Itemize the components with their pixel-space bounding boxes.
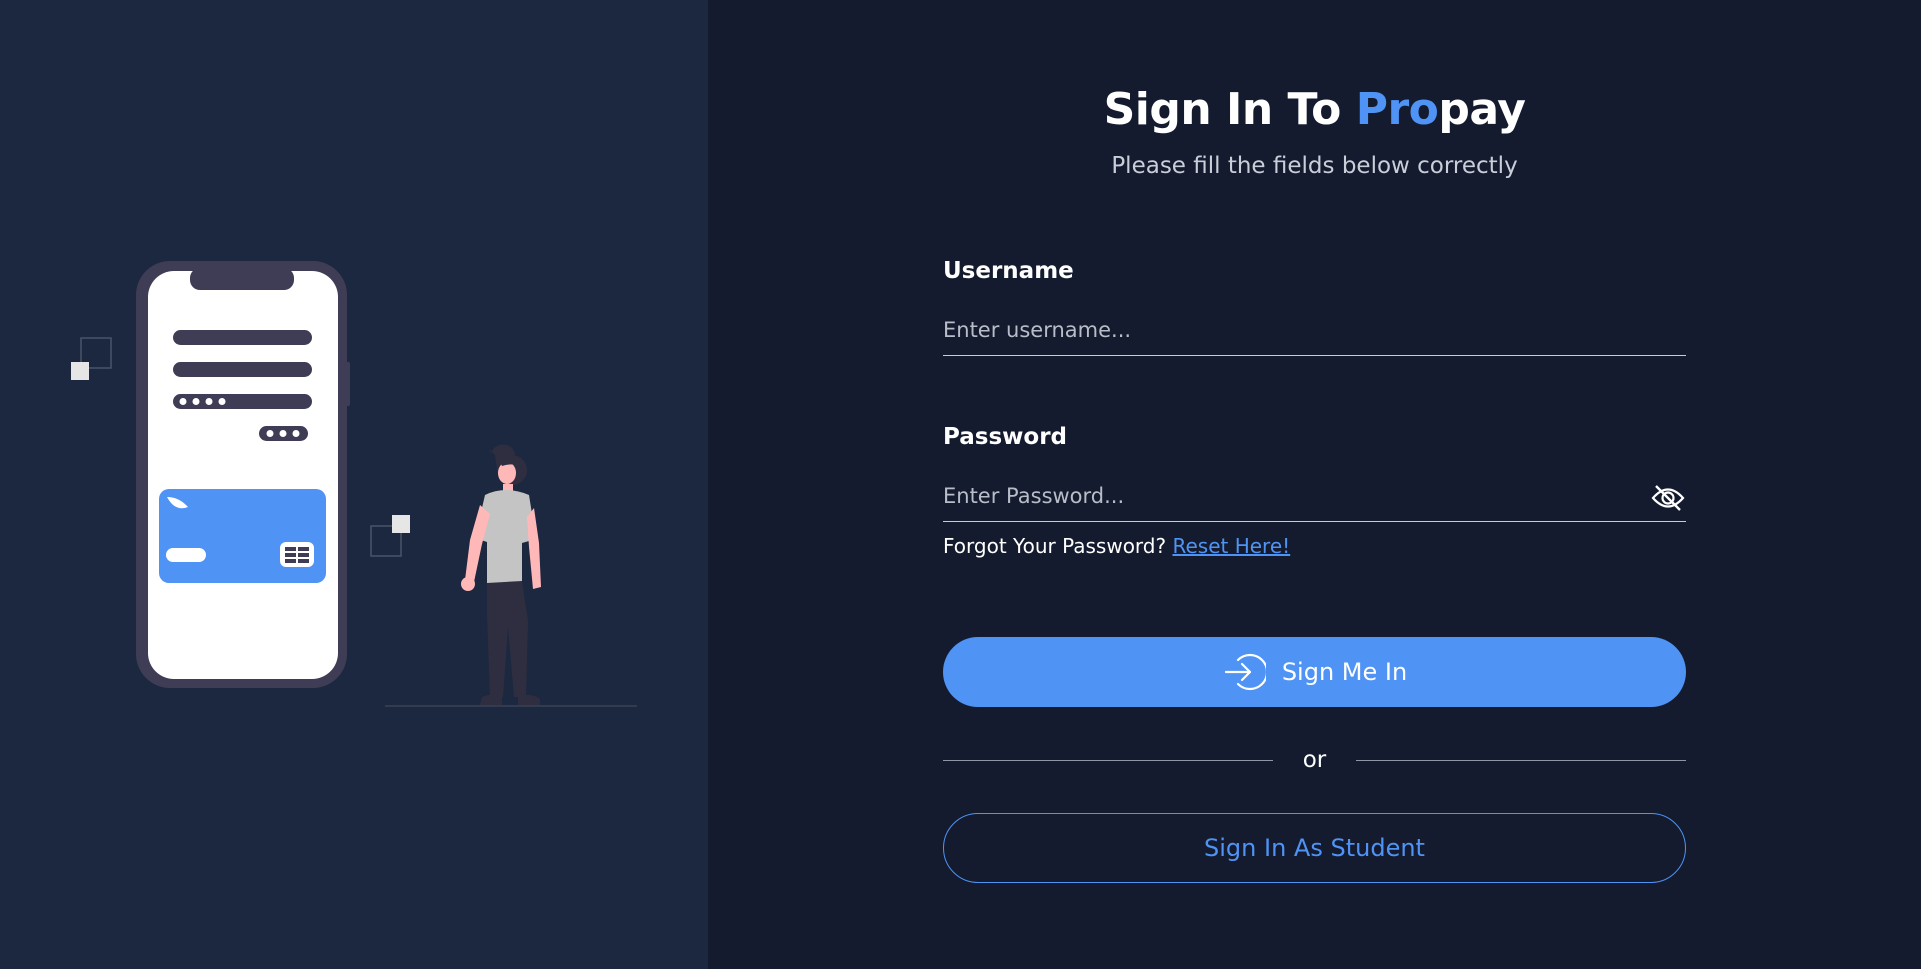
sign-in-form: Username Password Forgot Your Password? — [943, 258, 1686, 558]
phone — [136, 261, 350, 688]
sign-in-as-student-button[interactable]: Sign In As Student — [943, 813, 1686, 883]
or-divider: or — [943, 745, 1686, 775]
decor-square-filled — [71, 362, 89, 380]
login-arrow-icon — [1224, 653, 1266, 691]
forgot-password-row: Forgot Your Password? Reset Here! — [943, 534, 1686, 558]
login-page: Sign In To Propay Please fill the fields… — [0, 0, 1921, 969]
decor-square-filled — [392, 515, 410, 533]
illustration-panel — [0, 0, 708, 969]
sign-in-as-student-label: Sign In As Student — [1204, 834, 1425, 862]
forgot-password-text: Forgot Your Password? — [943, 534, 1167, 558]
divider-line-right — [1356, 759, 1686, 761]
username-input[interactable] — [943, 308, 1686, 352]
password-input[interactable] — [943, 474, 1686, 518]
eye-off-icon[interactable] — [1650, 482, 1686, 514]
person-figure — [461, 444, 541, 705]
sign-in-button[interactable]: Sign Me In — [943, 637, 1686, 707]
or-text: or — [1302, 747, 1327, 773]
password-label: Password — [943, 424, 1067, 450]
reset-password-link[interactable]: Reset Here! — [1172, 534, 1290, 558]
sign-in-panel: Sign In To Propay Please fill the fields… — [708, 0, 1921, 969]
page-subtitle: Please fill the fields below correctly — [1111, 153, 1518, 179]
brand-accent: Pro — [1355, 84, 1439, 135]
page-title-prefix: Sign In To — [1103, 84, 1356, 135]
brand-rest: pay — [1438, 84, 1526, 135]
page-title: Sign In To Propay — [708, 84, 1921, 135]
password-field-wrapper — [943, 474, 1686, 522]
credit-card — [159, 489, 326, 583]
phone-payment-illustration — [71, 261, 637, 707]
divider-line-left — [943, 759, 1273, 761]
sign-in-button-label: Sign Me In — [1281, 658, 1408, 686]
username-label: Username — [943, 258, 1074, 284]
username-field-wrapper — [943, 308, 1686, 356]
